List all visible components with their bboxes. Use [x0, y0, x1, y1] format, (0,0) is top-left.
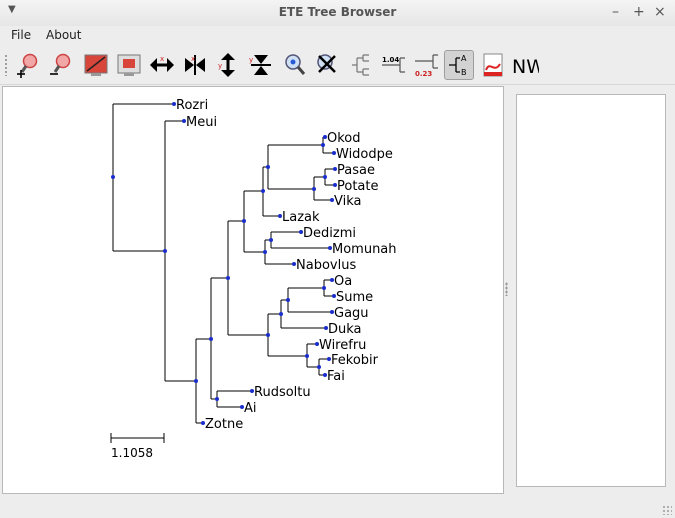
- leaf-label[interactable]: Pasae: [337, 163, 375, 178]
- leaf-label[interactable]: Wirefru: [319, 338, 366, 353]
- increase-width-icon: x: [150, 55, 174, 72]
- zoom-out-button[interactable]: [46, 50, 76, 80]
- internal-node[interactable]: [323, 175, 327, 179]
- leaf-label[interactable]: Fai: [327, 369, 345, 384]
- scale-label: 1.1058: [111, 446, 153, 460]
- title-bar: ▼ ETE Tree Browser – + ×: [0, 0, 675, 27]
- internal-node[interactable]: [286, 298, 290, 302]
- increase-height-button[interactable]: y: [213, 50, 243, 80]
- clear-search-button[interactable]: [312, 50, 342, 80]
- node-label-a: A: [461, 54, 467, 63]
- svg-text:x: x: [160, 55, 164, 63]
- decrease-height-button[interactable]: y: [246, 50, 276, 80]
- minimize-icon[interactable]: –: [612, 3, 619, 21]
- show-tree-button[interactable]: [346, 50, 376, 80]
- node-labels-button[interactable]: A B: [444, 50, 474, 80]
- render-pdf-icon: [483, 53, 503, 77]
- zoom-out-icon: [50, 53, 71, 75]
- leaf-label[interactable]: Oa: [334, 274, 352, 289]
- svg-text:x: x: [191, 55, 195, 63]
- fit-to-screen-button[interactable]: [81, 50, 111, 80]
- toolbar-grip[interactable]: [4, 54, 8, 76]
- newick-button[interactable]: NW: [510, 50, 540, 80]
- clear-search-icon: [317, 54, 336, 73]
- fit-to-screen-icon: [84, 54, 108, 76]
- internal-node[interactable]: [312, 187, 316, 191]
- branch-length-label: 1.04: [382, 56, 399, 64]
- leaf-label[interactable]: Dedizmi: [303, 226, 356, 241]
- panel-splitter[interactable]: [505, 282, 508, 296]
- show-tree-icon: [352, 54, 369, 76]
- menu-about[interactable]: About: [46, 28, 81, 42]
- leaf-label[interactable]: Vika: [334, 194, 362, 209]
- leaf-label[interactable]: Duka: [328, 322, 362, 337]
- internal-node[interactable]: [269, 238, 273, 242]
- leaf-label[interactable]: Lazak: [282, 210, 320, 225]
- internal-node[interactable]: [215, 397, 219, 401]
- branch-length-button[interactable]: 1.04: [378, 50, 408, 80]
- internal-node[interactable]: [242, 219, 246, 223]
- internal-node[interactable]: [317, 365, 321, 369]
- node-labels-icon: A B: [449, 54, 467, 77]
- tree-canvas[interactable]: Rozri Meui Okod Widodpe Pasae Potate Vika Lazak…: [2, 86, 504, 494]
- increase-width-button[interactable]: x: [147, 50, 177, 80]
- internal-node[interactable]: [261, 189, 265, 193]
- decrease-width-icon: x: [185, 55, 205, 75]
- zoom-in-button[interactable]: [13, 50, 43, 80]
- window-title: ETE Tree Browser: [278, 5, 397, 19]
- leaf-label[interactable]: Momunah: [332, 242, 397, 257]
- node-label-b: B: [461, 68, 467, 77]
- properties-panel: [516, 94, 666, 487]
- leaf-label[interactable]: Rozri: [176, 98, 208, 113]
- newick-icon: NW: [512, 56, 539, 78]
- leaf-label[interactable]: Gagu: [334, 306, 369, 321]
- render-pdf-button[interactable]: [478, 50, 508, 80]
- internal-node[interactable]: [163, 249, 167, 253]
- status-bar: [0, 496, 675, 518]
- leaf-label[interactable]: Okod: [327, 131, 361, 146]
- svg-text:y: y: [249, 56, 253, 64]
- leaf-label[interactable]: Sume: [336, 290, 373, 305]
- increase-height-icon: y: [218, 53, 235, 77]
- leaf-label[interactable]: Nabovlus: [296, 258, 356, 273]
- internal-node[interactable]: [111, 175, 115, 179]
- leaf-label[interactable]: Zotne: [205, 417, 243, 432]
- maximize-icon[interactable]: +: [633, 3, 645, 21]
- internal-node[interactable]: [321, 143, 325, 147]
- search-node-icon: [285, 54, 306, 75]
- internal-node[interactable]: [209, 337, 213, 341]
- internal-node[interactable]: [226, 276, 230, 280]
- internal-node[interactable]: [263, 250, 267, 254]
- internal-node[interactable]: [194, 379, 198, 383]
- support-label: 0.23: [415, 70, 432, 78]
- menu-file[interactable]: File: [11, 28, 31, 42]
- newick-label: NW: [512, 56, 539, 78]
- internal-node[interactable]: [305, 354, 309, 358]
- svg-text:y: y: [218, 62, 222, 70]
- leaf-label[interactable]: Rudsoltu: [254, 385, 311, 400]
- search-node-button[interactable]: [280, 50, 310, 80]
- tree-diagram: Rozri Meui OkodWidodpePasaePotateVika Lazak…: [110, 98, 397, 460]
- zoom-in-icon: [17, 53, 38, 78]
- fit-selection-button[interactable]: [114, 50, 144, 80]
- leaf-label[interactable]: Ai: [244, 401, 257, 416]
- decrease-width-button[interactable]: x: [180, 50, 210, 80]
- leaf-label[interactable]: Fekobir: [331, 353, 379, 368]
- toolbar: x x y y 1.04 0.23 A B NW: [0, 46, 675, 85]
- internal-node[interactable]: [266, 165, 270, 169]
- internal-node[interactable]: [279, 312, 283, 316]
- decrease-height-icon: y: [249, 55, 271, 75]
- close-icon[interactable]: ×: [654, 3, 666, 21]
- branch-length-icon: 1.04: [382, 56, 405, 73]
- support-values-button[interactable]: 0.23: [411, 50, 441, 80]
- leaf-label[interactable]: Meui: [186, 115, 217, 130]
- internal-node[interactable]: [322, 286, 326, 290]
- menu-bar: File About: [0, 26, 675, 46]
- fit-selection-icon: [117, 54, 141, 76]
- leaf-label[interactable]: Widodpe: [336, 147, 393, 162]
- resize-grip[interactable]: [662, 505, 672, 515]
- support-values-icon: 0.23: [415, 54, 438, 78]
- leaf-label[interactable]: Potate: [337, 179, 379, 194]
- internal-node[interactable]: [266, 333, 270, 337]
